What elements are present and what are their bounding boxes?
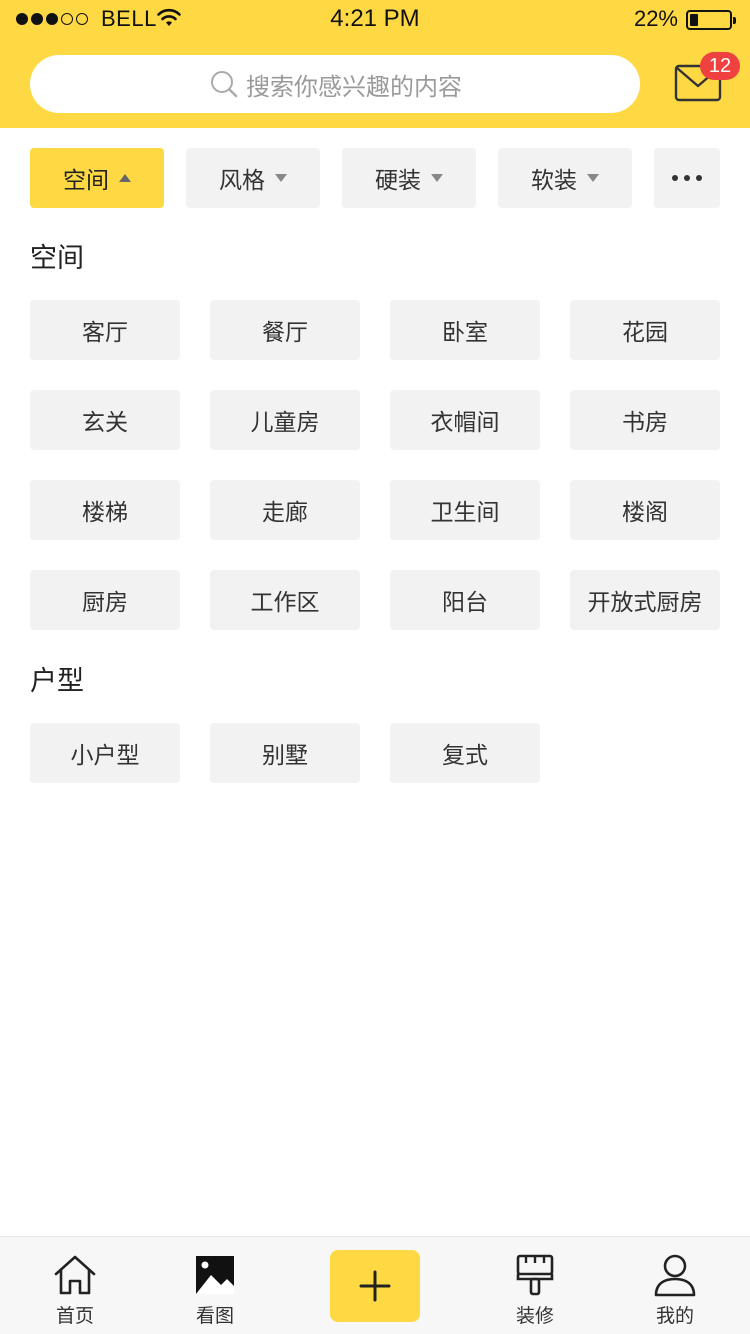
chip-item[interactable]: 小户型 [30,723,180,783]
paint-brush-icon [516,1254,554,1296]
filter-tab-hard-decor[interactable]: 硬装 [342,148,476,208]
search-placeholder: 搜索你感兴趣的内容 [246,72,462,101]
chip-item[interactable]: 楼梯 [30,480,180,540]
status-bar: BELL 4:21 PM 22% [0,0,750,40]
image-icon [196,1256,234,1294]
caret-down-icon [275,174,287,182]
chip-item[interactable]: 工作区 [210,570,360,630]
more-dot [672,175,678,181]
battery-fill [690,14,698,26]
chip-item[interactable]: 阳台 [390,570,540,630]
chip-item[interactable]: 花园 [570,300,720,360]
plus-icon [359,1270,391,1302]
filter-bar: 空间 风格 硬装 软装 [0,148,750,208]
tab-bar: 首页 看图 装修 我的 [0,1236,750,1334]
chip-item[interactable]: 别墅 [210,723,360,783]
filter-label: 空间 [63,168,109,194]
battery-percentage: 22% [633,6,678,31]
filter-tab-space[interactable]: 空间 [30,148,164,208]
tab-decoration[interactable]: 装修 [460,1237,610,1334]
section-title-layout: 户型 [30,666,84,697]
more-dot [684,175,690,181]
chip-item[interactable]: 厨房 [30,570,180,630]
tab-label: 首页 [55,1305,94,1327]
tab-label: 我的 [655,1305,694,1327]
user-icon [654,1254,696,1297]
chip-item[interactable]: 复式 [390,723,540,783]
more-icon[interactable] [654,148,720,208]
chip-item[interactable]: 儿童房 [210,390,360,450]
chip-item[interactable]: 走廊 [210,480,360,540]
mail-badge: 12 [700,52,740,80]
filter-label: 软装 [531,168,577,194]
home-icon [54,1255,96,1295]
tab-label: 看图 [195,1305,234,1327]
filter-tab-soft-decor[interactable]: 软装 [498,148,632,208]
chip-item[interactable]: 卫生间 [390,480,540,540]
tab-label: 装修 [515,1305,554,1327]
tab-home[interactable]: 首页 [0,1237,150,1334]
more-dot [696,175,702,181]
chip-item[interactable]: 开放式厨房 [570,570,720,630]
battery-icon [686,10,736,30]
tab-profile[interactable]: 我的 [600,1237,750,1334]
add-button[interactable] [330,1250,420,1322]
chip-item[interactable]: 餐厅 [210,300,360,360]
search-input[interactable]: 搜索你感兴趣的内容 [30,55,640,113]
section-title-space: 空间 [30,243,84,274]
filter-label: 风格 [219,168,265,194]
chip-item[interactable]: 玄关 [30,390,180,450]
chip-item[interactable]: 卧室 [390,300,540,360]
caret-down-icon [431,174,443,182]
header: BELL 4:21 PM 22% 搜索你感兴趣的内容 12 [0,0,750,128]
chip-item[interactable]: 衣帽间 [390,390,540,450]
chip-item[interactable]: 客厅 [30,300,180,360]
tab-gallery[interactable]: 看图 [140,1237,290,1334]
caret-down-icon [587,174,599,182]
chip-item[interactable]: 书房 [570,390,720,450]
chip-item[interactable]: 楼阁 [570,480,720,540]
filter-tab-style[interactable]: 风格 [186,148,320,208]
caret-up-icon [119,174,131,182]
filter-label: 硬装 [375,168,421,194]
search-icon [211,71,238,98]
